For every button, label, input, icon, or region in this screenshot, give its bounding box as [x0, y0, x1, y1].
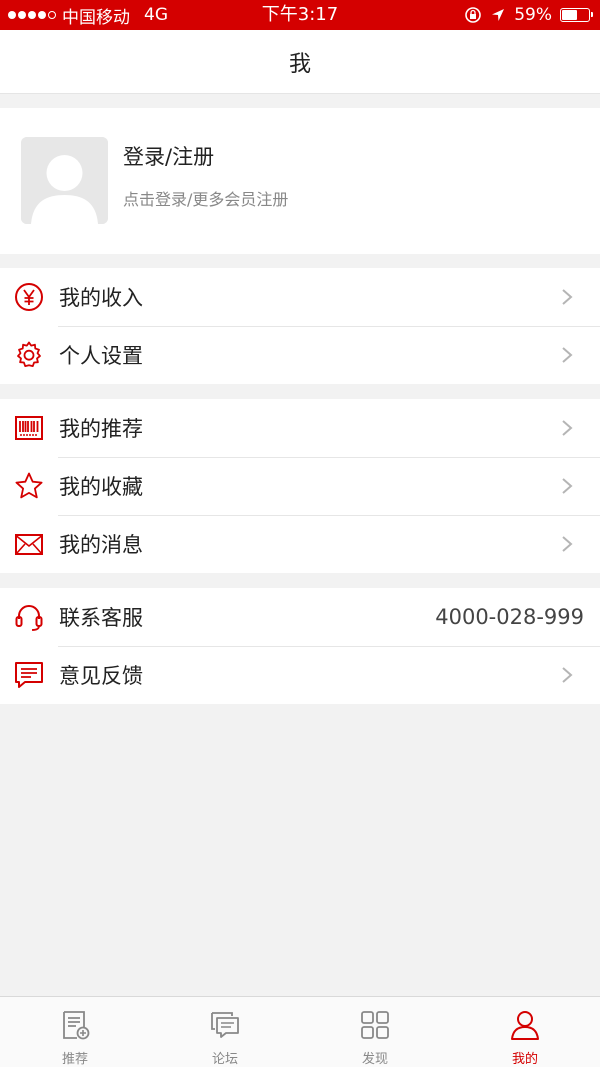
envelope-icon — [15, 534, 43, 555]
tab-bar: 推荐 论坛 发现 我的 — [0, 996, 600, 1067]
discover-grid-icon — [361, 1011, 389, 1039]
customer-service-phone[interactable]: 4000-028-999 — [435, 605, 584, 629]
menu-item-label: 我的收藏 — [59, 475, 143, 499]
tab-label: 发现 — [361, 1052, 388, 1067]
menu-item-settings[interactable]: 个人设置 — [0, 326, 600, 384]
menu-item-label: 联系客服 — [59, 606, 143, 630]
tab-mine[interactable]: 我的 — [450, 997, 600, 1067]
menu-item-label: 我的推荐 — [59, 417, 143, 441]
barcode-icon — [15, 416, 43, 440]
star-icon — [15, 472, 43, 499]
menu-item-income[interactable]: 我的收入 — [0, 268, 600, 326]
menu-group-content: 我的推荐 我的收藏 我的消息 — [0, 399, 600, 573]
menu-item-recommend[interactable]: 我的推荐 — [0, 399, 600, 457]
forum-chat-icon — [211, 1012, 239, 1038]
chevron-right-icon — [562, 536, 573, 552]
menu-item-customer-service[interactable]: 联系客服 4000-028-999 — [0, 588, 600, 646]
chevron-right-icon — [562, 667, 573, 683]
yen-icon — [15, 283, 43, 311]
chevron-right-icon — [562, 347, 573, 363]
headset-icon — [15, 605, 43, 631]
login-hint: 点击登录/更多会员注册 — [123, 190, 289, 209]
recommend-doc-icon — [63, 1011, 90, 1040]
menu-item-label: 我的收入 — [59, 286, 143, 310]
profile-card[interactable] — [0, 108, 600, 254]
nav-bar: 我 — [0, 30, 600, 94]
menu-group-support: 联系客服 4000-028-999 意见反馈 — [0, 588, 600, 704]
menu-item-label: 意见反馈 — [59, 664, 143, 688]
login-register-link[interactable]: 登录/注册 — [123, 141, 214, 171]
tab-label: 我的 — [511, 1052, 538, 1067]
menu-item-label: 我的消息 — [59, 533, 143, 557]
menu-item-feedback[interactable]: 意见反馈 — [0, 646, 600, 704]
feedback-icon — [15, 662, 43, 688]
chevron-right-icon — [562, 478, 573, 494]
menu-item-favorites[interactable]: 我的收藏 — [0, 457, 600, 515]
tab-forum[interactable]: 论坛 — [150, 997, 300, 1067]
tab-discover[interactable]: 发现 — [300, 997, 450, 1067]
avatar-placeholder-icon[interactable] — [21, 137, 108, 224]
status-bar: 中国移动 4G 下午3:17 59% — [0, 0, 600, 30]
rotation-lock-icon — [465, 7, 482, 23]
battery-icon — [560, 8, 593, 22]
tab-label: 论坛 — [211, 1052, 238, 1067]
gear-icon — [17, 341, 41, 367]
status-right: 59% — [464, 0, 593, 30]
menu-item-label: 个人设置 — [59, 344, 143, 368]
person-icon — [511, 1011, 539, 1040]
location-arrow-icon — [492, 9, 505, 21]
chevron-right-icon — [562, 289, 573, 305]
tab-recommend[interactable]: 推荐 — [0, 997, 150, 1067]
page-title: 我 — [288, 51, 311, 77]
chevron-right-icon — [562, 420, 573, 436]
menu-item-messages[interactable]: 我的消息 — [0, 515, 600, 573]
menu-group-account: 我的收入 个人设置 — [0, 268, 600, 384]
tab-label: 推荐 — [61, 1052, 88, 1067]
battery-percent: 59% — [514, 5, 552, 25]
